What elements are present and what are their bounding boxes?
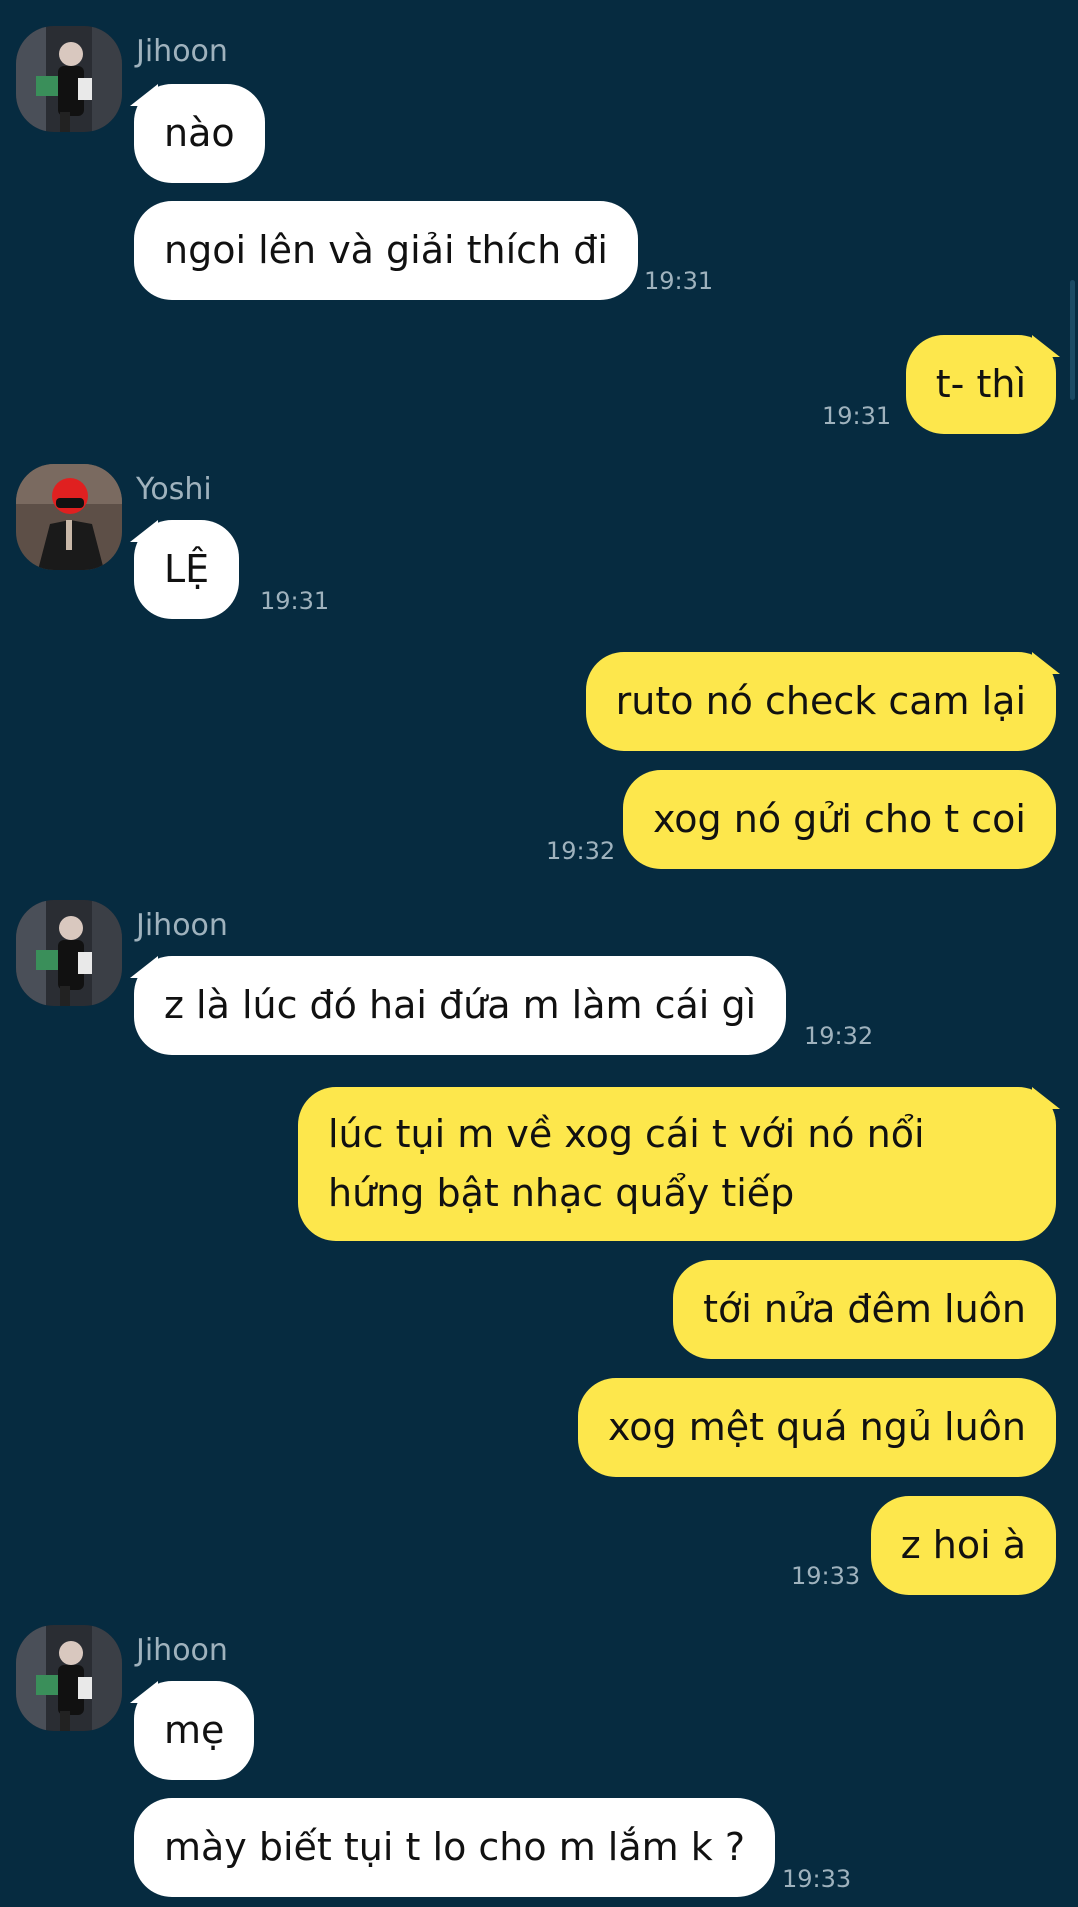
sender-name: Jihoon	[136, 1633, 228, 1668]
message-timestamp: 19:32	[546, 837, 616, 865]
sender-name: Jihoon	[136, 34, 228, 69]
message-bubble[interactable]: t- thì	[905, 335, 1056, 434]
message-bubble[interactable]: lúc tụi m về xog cái t với nó nổi hứng b…	[298, 1087, 1056, 1241]
message-timestamp: 19:31	[260, 587, 330, 615]
avatar-jihoon[interactable]	[16, 1625, 122, 1731]
message-bubble[interactable]: z hoi à	[870, 1496, 1056, 1595]
message-bubble[interactable]: LỆ	[134, 520, 240, 619]
scrollbar-thumb[interactable]	[1070, 280, 1075, 400]
message-bubble[interactable]: ruto nó check cam lại	[585, 652, 1056, 751]
message-bubble[interactable]: ngoi lên và giải thích đi	[134, 201, 638, 300]
avatar-jihoon[interactable]	[16, 900, 122, 1006]
message-bubble[interactable]: mẹ	[134, 1681, 255, 1780]
avatar-yoshi[interactable]	[16, 464, 122, 570]
message-timestamp: 19:31	[822, 402, 892, 430]
message-timestamp: 19:32	[804, 1022, 874, 1050]
message-timestamp: 19:33	[791, 1562, 861, 1590]
message-bubble[interactable]: nào	[134, 84, 265, 183]
message-timestamp: 19:31	[644, 267, 714, 295]
message-timestamp: 19:33	[782, 1865, 852, 1893]
message-bubble[interactable]: xog mệt quá ngủ luôn	[577, 1378, 1056, 1477]
message-bubble[interactable]: mày biết tụi t lo cho m lắm k ?	[134, 1798, 775, 1897]
sender-name: Jihoon	[136, 908, 228, 943]
sender-name: Yoshi	[136, 472, 212, 507]
message-bubble[interactable]: z là lúc đó hai đứa m làm cái gì	[134, 956, 787, 1055]
message-bubble[interactable]: tới nửa đêm luôn	[673, 1260, 1056, 1359]
avatar-jihoon[interactable]	[16, 26, 122, 132]
message-bubble[interactable]: xog nó gửi cho t coi	[622, 770, 1056, 869]
